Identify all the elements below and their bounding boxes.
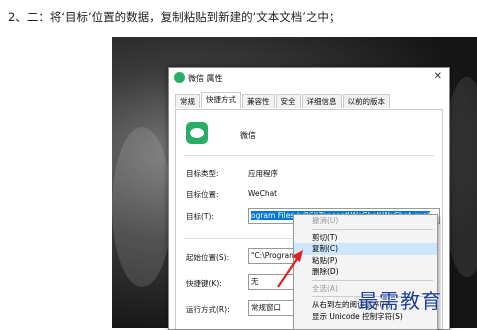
- menu-item-delete[interactable]: 删除(D): [294, 266, 437, 278]
- watermark-logo: 最需教育: [358, 289, 442, 313]
- menu-item-paste[interactable]: 粘贴(P): [294, 255, 437, 267]
- wechat-icon: [174, 72, 185, 83]
- menu-separator: [312, 279, 433, 281]
- menu-item-cut[interactable]: 剪切(T): [294, 232, 437, 244]
- menu-item-undo[interactable]: 撤消(U): [294, 215, 437, 227]
- divider: [184, 155, 434, 156]
- title-bar: 微信 属性 ✕: [169, 68, 449, 87]
- run-label: 运行方式(R):: [186, 305, 230, 314]
- close-button[interactable]: ✕: [434, 71, 442, 82]
- shortcut-key-label: 快捷键(K):: [186, 279, 222, 288]
- target-type-label: 目标类型:: [186, 169, 219, 178]
- tab-strip: 常规 快捷方式 兼容性 安全 详细信息 以前的版本: [175, 92, 391, 108]
- menu-item-copy[interactable]: 复制(C): [294, 243, 437, 255]
- tab-details[interactable]: 详细信息: [301, 94, 342, 108]
- target-location-value: WeChat: [248, 189, 278, 198]
- tab-security[interactable]: 安全: [275, 94, 301, 108]
- fur-highlight-left: [112, 127, 172, 287]
- target-type-value: 应用程序: [248, 169, 278, 178]
- target-location-label: 目标位置:: [186, 190, 219, 199]
- target-label: 目标(T):: [186, 212, 214, 221]
- app-name: 微信: [240, 131, 256, 140]
- start-in-label: 起始位置(S):: [186, 253, 230, 262]
- tab-previous-versions[interactable]: 以前的版本: [342, 94, 390, 108]
- tab-compatibility[interactable]: 兼容性: [242, 94, 275, 108]
- dialog-title: 微信 属性: [188, 74, 223, 83]
- tab-general[interactable]: 常规: [175, 94, 200, 108]
- instruction-text: 2、二：将‘目标’位置的数据，复制粘贴到新建的‘文本文档’之中；: [8, 10, 341, 24]
- app-shortcut-icon: [186, 122, 208, 144]
- tab-shortcut[interactable]: 快捷方式: [201, 92, 241, 108]
- menu-separator: [312, 228, 433, 230]
